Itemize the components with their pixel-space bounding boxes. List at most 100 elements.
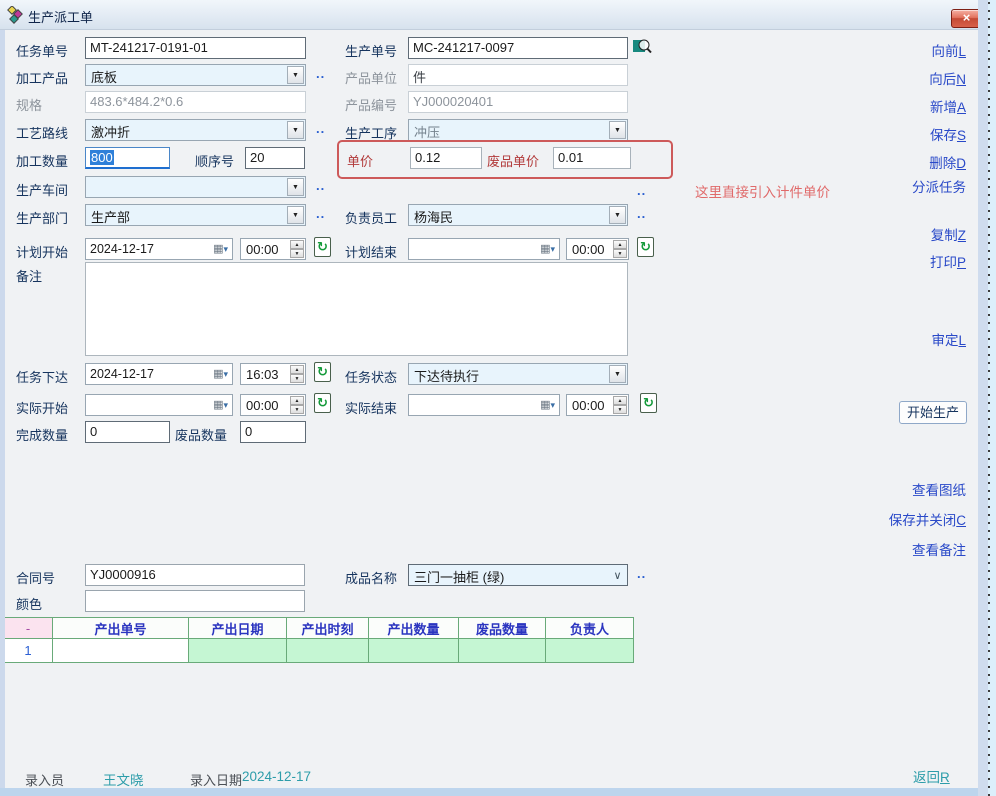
status-combo[interactable]: 下达待执行 ▼ [408, 363, 628, 385]
color-input[interactable] [85, 590, 305, 612]
contract-input[interactable]: YJ0000916 [85, 564, 305, 586]
spin-up-icon[interactable]: ▲ [290, 240, 304, 249]
remark-textarea[interactable] [85, 262, 628, 356]
time-spinner: ▲▼ [290, 240, 304, 258]
sidebar-item-print[interactable]: 打印P [930, 251, 966, 271]
sidebar-item-save[interactable]: 保存S [930, 124, 966, 144]
spin-down-icon[interactable]: ▼ [290, 249, 304, 258]
sidebar-item-dispatch[interactable]: 分派任务 [912, 176, 966, 196]
output-no-cell[interactable] [53, 639, 189, 663]
calendar-icon[interactable]: ▦▾ [213, 367, 228, 381]
sidebar-item-delete[interactable]: 删除D [929, 152, 966, 172]
employee-label: 负责员工 [345, 208, 397, 227]
refresh-icon[interactable]: ↻ [314, 237, 331, 257]
plan-start-date[interactable]: 2024-12-17 ▦▾ [85, 238, 233, 260]
dept-label: 生产部门 [16, 208, 68, 227]
start-production-button[interactable]: 开始生产 [899, 401, 967, 424]
calendar-icon[interactable]: ▦▾ [540, 242, 555, 256]
dept-value: 生产部 [91, 210, 130, 225]
calendar-icon[interactable]: ▦▾ [540, 398, 555, 412]
chevron-down-icon[interactable]: ▼ [609, 121, 626, 139]
contract-label: 合同号 [16, 568, 55, 587]
unit-price-input[interactable]: 0.12 [410, 147, 482, 169]
chevron-down-icon[interactable]: ▼ [609, 206, 626, 224]
dept-combo[interactable]: 生产部 ▼ [85, 204, 306, 226]
issued-date[interactable]: 2024-12-17 ▦▾ [85, 363, 233, 385]
scrap-qty-cell[interactable] [459, 639, 546, 663]
col-header-output-time: 产出时刻 [287, 618, 369, 639]
spin-down-icon[interactable]: ▼ [290, 374, 304, 383]
scrap-price-input[interactable]: 0.01 [553, 147, 631, 169]
scrap-qty-input[interactable]: 0 [240, 421, 306, 443]
chevron-down-icon[interactable]: ▼ [287, 178, 304, 196]
workshop-more-button[interactable]: .. [316, 178, 325, 193]
finished-combo[interactable]: 三门一抽柜 (绿) ∨ [408, 564, 628, 586]
chevron-down-icon[interactable]: ∨ [609, 566, 626, 584]
col-header-output-date: 产出日期 [189, 618, 287, 639]
chevron-down-icon[interactable]: ▼ [609, 365, 626, 383]
prod-no-input[interactable]: MC-241217-0097 [408, 37, 628, 59]
spin-up-icon[interactable]: ▲ [613, 396, 627, 405]
sidebar-item-approve[interactable]: 审定L [931, 329, 966, 349]
search-icon[interactable] [633, 37, 653, 61]
product-combo[interactable]: 底板 ▼ [85, 64, 306, 86]
product-more-button[interactable]: .. [316, 66, 325, 81]
refresh-icon[interactable]: ↻ [314, 393, 331, 413]
spin-down-icon[interactable]: ▼ [613, 249, 627, 258]
actual-start-date[interactable]: ▦▾ [85, 394, 233, 416]
spin-up-icon[interactable]: ▲ [290, 365, 304, 374]
plan-start-time[interactable]: 00:00 ▲▼ [240, 238, 306, 260]
spin-down-icon[interactable]: ▼ [290, 405, 304, 414]
output-qty-cell[interactable] [369, 639, 459, 663]
employee-more-button[interactable]: .. [637, 206, 646, 221]
refresh-icon[interactable]: ↻ [640, 393, 657, 413]
output-date-cell[interactable] [189, 639, 287, 663]
plan-end-label: 计划结束 [345, 242, 397, 261]
spin-up-icon[interactable]: ▲ [613, 240, 627, 249]
finished-more-button[interactable]: .. [637, 566, 646, 581]
spin-down-icon[interactable]: ▼ [613, 405, 627, 414]
employee-combo[interactable]: 杨海民 ▼ [408, 204, 628, 226]
sidebar-item-copy[interactable]: 复制Z [931, 224, 966, 244]
product-label: 加工产品 [16, 68, 68, 87]
seq-input[interactable]: 20 [245, 147, 305, 169]
save-and-close-link[interactable]: 保存并关闭C [889, 509, 966, 529]
sidebar-item-prev[interactable]: 向前L [931, 40, 966, 60]
view-remark-link[interactable]: 查看备注 [912, 539, 966, 559]
process-combo[interactable]: 冲压 ▼ [408, 119, 628, 141]
row-number-cell[interactable]: 1 [4, 639, 53, 663]
price-more-button[interactable]: .. [637, 183, 646, 198]
plan-end-time[interactable]: 00:00 ▲▼ [566, 238, 629, 260]
table-row[interactable]: 1 [4, 639, 634, 663]
route-more-button[interactable]: .. [316, 121, 325, 136]
refresh-icon[interactable]: ↻ [637, 237, 654, 257]
actual-end-time[interactable]: 00:00 ▲▼ [566, 394, 629, 416]
chevron-down-icon[interactable]: ▼ [287, 121, 304, 139]
output-time-cell[interactable] [287, 639, 369, 663]
calendar-icon[interactable]: ▦▾ [213, 242, 228, 256]
titlebar: 生产派工单 [0, 0, 978, 30]
workshop-combo[interactable]: ▼ [85, 176, 306, 198]
actual-start-time[interactable]: 00:00 ▲▼ [240, 394, 306, 416]
app-icon [7, 6, 25, 24]
view-drawing-link[interactable]: 查看图纸 [912, 479, 966, 499]
done-qty-input[interactable]: 0 [85, 421, 170, 443]
refresh-icon[interactable]: ↻ [314, 362, 331, 382]
chevron-down-icon[interactable]: ▼ [287, 66, 304, 84]
qty-input[interactable]: 800 [85, 147, 170, 169]
sidebar-item-add[interactable]: 新增A [930, 96, 966, 116]
issued-time[interactable]: 16:03 ▲▼ [240, 363, 306, 385]
plan-end-date[interactable]: ▦▾ [408, 238, 560, 260]
route-combo[interactable]: 激冲折 ▼ [85, 119, 306, 141]
owner-cell[interactable] [546, 639, 634, 663]
back-link[interactable]: 返回R [913, 766, 950, 786]
dept-more-button[interactable]: .. [316, 206, 325, 221]
calendar-icon[interactable]: ▦▾ [213, 398, 228, 412]
unit-price-label: 单价 [347, 151, 373, 170]
spin-up-icon[interactable]: ▲ [290, 396, 304, 405]
seq-label: 顺序号 [195, 151, 234, 170]
sidebar-item-next[interactable]: 向后N [929, 68, 966, 88]
chevron-down-icon[interactable]: ▼ [287, 206, 304, 224]
actual-end-date[interactable]: ▦▾ [408, 394, 560, 416]
task-no-input[interactable]: MT-241217-0191-01 [85, 37, 306, 59]
